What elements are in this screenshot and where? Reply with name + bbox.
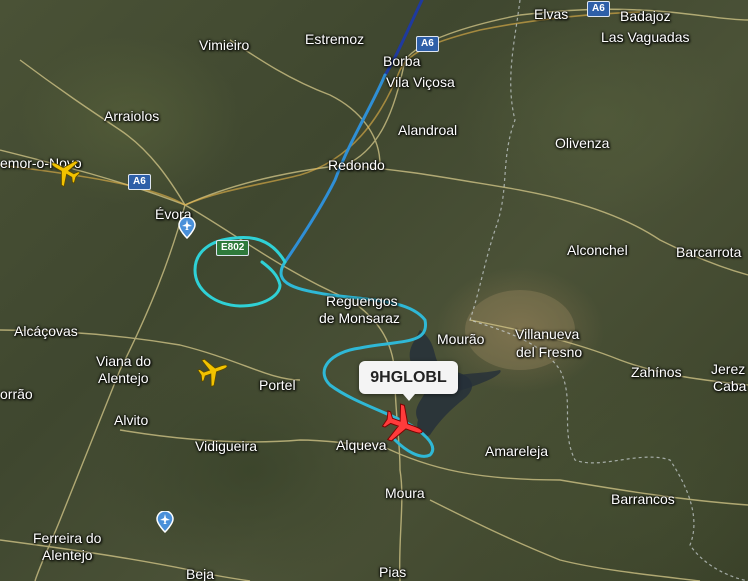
place-label: Alvito: [114, 412, 149, 428]
place-label: Reguengos: [326, 293, 398, 309]
place-label: Alentejo: [98, 370, 149, 386]
road-shield-a6: A6: [416, 36, 439, 52]
airport-marker-icon[interactable]: [178, 217, 196, 239]
place-label: Amareleja: [485, 443, 549, 459]
place-label: Vidigueira: [195, 438, 258, 454]
place-label: Arraiolos: [104, 108, 160, 124]
place-label: Zahínos: [631, 364, 682, 380]
place-label: Beja: [186, 566, 215, 581]
place-label: Villanueva: [515, 326, 580, 342]
place-label: Borba: [383, 53, 421, 69]
place-label: orrão: [0, 386, 33, 402]
place-label: de Monsaraz: [319, 310, 400, 326]
place-label: Jerez: [711, 361, 746, 377]
place-label: del Fresno: [516, 344, 583, 360]
place-label: Vila Viçosa: [386, 74, 455, 90]
road-shield-a6: A6: [587, 1, 610, 17]
place-label: Las Vaguadas: [601, 29, 690, 45]
place-label: Barrancos: [611, 491, 675, 507]
place-label: Moura: [385, 485, 425, 501]
place-label: Alcáçovas: [14, 323, 78, 339]
place-label: Alqueva: [336, 437, 387, 453]
place-label: Mourão: [437, 331, 485, 347]
place-label: Alconchel: [567, 242, 628, 258]
place-label: Estremoz: [305, 31, 365, 47]
road-shield-a6: A6: [128, 174, 151, 190]
selected-aircraft-icon[interactable]: [380, 402, 426, 448]
place-label: Badajoz: [620, 8, 671, 24]
place-label: Barcarrota: [676, 244, 742, 260]
place-label: Viana do: [96, 353, 152, 369]
place-label: Portel: [259, 377, 296, 393]
place-label: Pias: [379, 564, 407, 580]
callsign-label[interactable]: 9HGLOBL: [359, 361, 458, 401]
road-shield-e802: E802: [216, 240, 250, 256]
aircraft-icon[interactable]: [196, 354, 230, 388]
place-label: Ferreira do: [33, 530, 102, 546]
map-view[interactable]: A6 A6 A6 E802 Elvas Badajoz Las Vaguadas…: [0, 0, 748, 581]
aircraft-icon[interactable]: [48, 154, 82, 188]
place-label: Alentejo: [42, 547, 93, 563]
place-label: Caba: [713, 378, 747, 394]
place-label: Olivenza: [555, 135, 610, 151]
airport-marker-icon[interactable]: [156, 511, 174, 533]
place-label: Elvas: [534, 6, 569, 22]
place-label: Vimieiro: [199, 37, 250, 53]
place-label: Alandroal: [398, 122, 458, 138]
place-label: Redondo: [328, 157, 385, 173]
